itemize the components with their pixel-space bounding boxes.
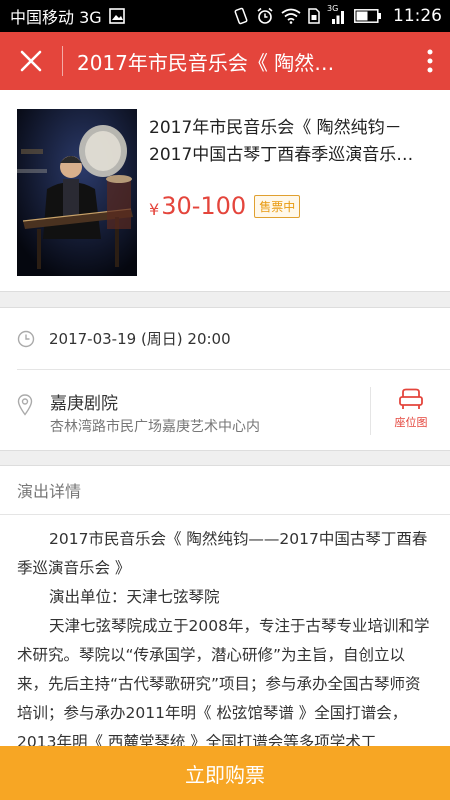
more-vertical-icon [427,49,433,73]
battery-icon [354,9,382,23]
venue-row[interactable]: 嘉庚剧院 杏林湾路市民广场嘉庚艺术中心内 座位图 [0,370,450,452]
details-paragraph: 演出单位：天津七弦琴院 [49,588,220,606]
price-range: 30-100 [161,192,247,220]
venue-address: 杏林湾路市民广场嘉庚艺术中心内 [50,419,260,435]
status-bar: 中国移动 3G 3G 11:26 [0,0,450,32]
clock-icon [17,330,35,348]
page-title: 2017年市民音乐会《 陶然… [77,50,335,75]
event-datetime: 2017-03-19 (周日) 20:00 [49,330,231,348]
event-summary-card: 2017年市民音乐会《 陶然纯钧－2017中国古琴丁酉春季巡演音乐… ¥ 30-… [0,90,450,292]
details-section: 演出详情 2017市民音乐会《 陶然纯钧——2017中国古琴丁酉春季巡演音乐会 … [0,465,450,765]
event-title: 2017年市民音乐会《 陶然纯钧－2017中国古琴丁酉春季巡演音乐… [149,118,414,165]
close-button[interactable] [0,32,62,90]
alarm-icon [256,7,274,25]
seat-map-button[interactable]: 座位图 [380,388,442,436]
seat-icon [398,388,424,410]
wifi-icon [281,8,301,24]
details-paragraph: 2017市民音乐会《 陶然纯钧——2017中国古琴丁酉春季巡演音乐会 》 [17,530,428,577]
app-header: 2017年市民音乐会《 陶然… [0,32,450,90]
image-icon [108,8,125,24]
event-info-card: 2017-03-19 (周日) 20:00 嘉庚剧院 杏林湾路市民广场嘉庚艺术中… [0,307,450,451]
sim-icon [308,8,320,24]
more-options-button[interactable] [410,32,450,90]
vibrate-icon [233,7,249,25]
clock: 11:26 [393,6,442,26]
buy-now-button[interactable]: 立即购票 [0,746,450,800]
event-poster-image[interactable] [17,109,137,276]
venue-name: 嘉庚剧院 [50,394,118,414]
divider [370,387,371,435]
details-heading: 演出详情 [0,466,450,515]
network-type-label: 3G [327,4,339,13]
datetime-row: 2017-03-19 (周日) 20:00 [0,308,450,369]
currency-symbol: ¥ [149,199,160,219]
carrier-label: 中国移动 3G [10,8,102,27]
signal-icon: 3G [327,4,347,24]
close-icon [20,50,42,72]
status-badge: 售票中 [254,194,301,218]
location-pin-icon [17,394,33,420]
details-paragraph: 天津七弦琴院成立于2008年，专注于古琴专业培训和学术研究。琴院以“传承国学，潜… [17,617,430,751]
details-body: 2017市民音乐会《 陶然纯钧——2017中国古琴丁酉春季巡演音乐会 》 演出单… [0,515,450,757]
price-row: ¥ 30-100 售票中 [149,192,301,220]
seat-map-label: 座位图 [394,416,428,429]
